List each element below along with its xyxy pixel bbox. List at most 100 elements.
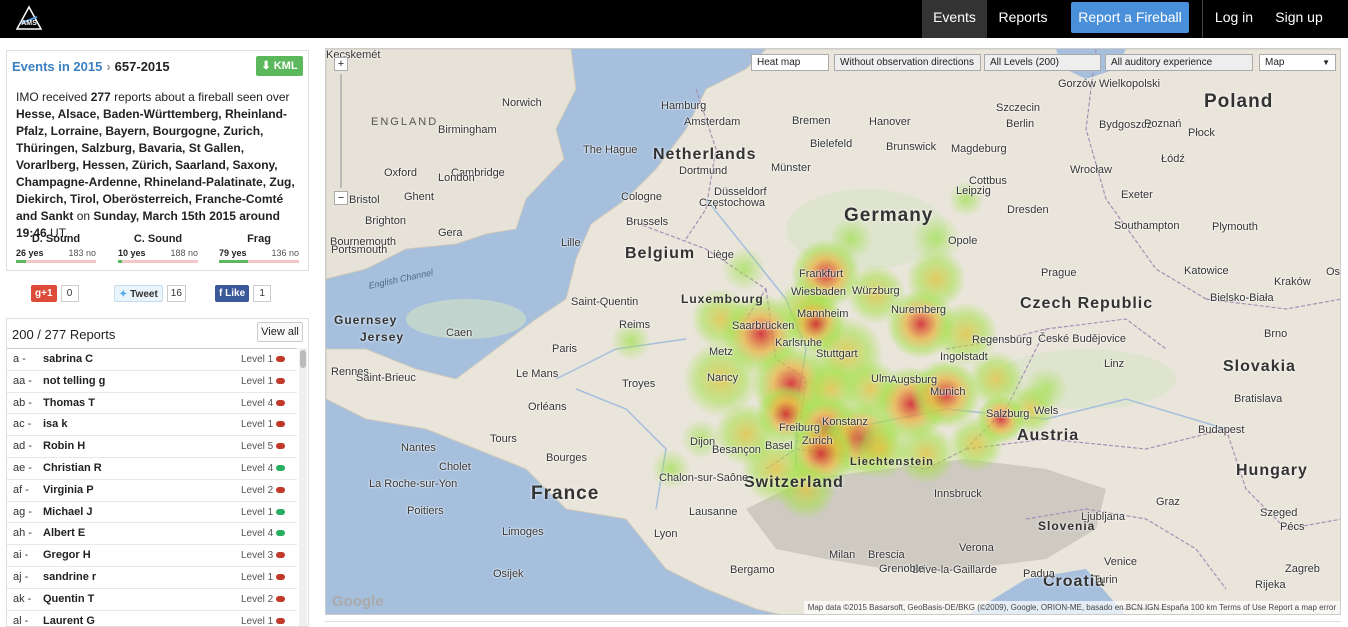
like-button[interactable]: f Like	[215, 285, 250, 302]
city-label: Ljubljana	[1081, 511, 1126, 523]
report-row[interactable]: af - Virginia P Level 2	[7, 480, 297, 502]
country-label: Netherlands	[653, 146, 757, 163]
scroll-thumb[interactable]	[300, 350, 306, 368]
city-label: Katowice	[1184, 265, 1229, 277]
city-label: Wrocław	[1070, 164, 1112, 176]
reporter-name[interactable]: Michael J	[43, 502, 93, 523]
report-level: Level 4	[241, 462, 274, 474]
heat-map[interactable]: ENGLAND English Channel Poland Netherlan…	[325, 48, 1341, 615]
city-label: Cologne	[621, 191, 662, 203]
like-label: Like	[225, 288, 246, 299]
reporter-name[interactable]: Gregor H	[43, 545, 91, 566]
city-label: Caen	[446, 327, 473, 339]
city-label: Linz	[1104, 358, 1125, 370]
zoom-control[interactable]: + −	[334, 57, 348, 205]
report-row[interactable]: ah - Albert E Level 4	[7, 523, 297, 546]
report-row[interactable]: aj - sandrine r Level 1	[7, 567, 297, 589]
tweet-label: Tweet	[130, 289, 158, 300]
city-label: Graz	[1156, 496, 1180, 508]
reporter-name[interactable]: not telling g	[43, 371, 105, 392]
nav-events[interactable]: Events	[922, 0, 987, 38]
report-row[interactable]: ai - Gregor H Level 3	[7, 545, 297, 567]
directions-toggle[interactable]: Without observation directions	[834, 54, 981, 71]
gplus-button[interactable]: g+1	[31, 285, 57, 302]
kml-label: KML	[273, 60, 298, 72]
city-label: Lyon	[654, 528, 678, 540]
levels-dropdown[interactable]: All Levels (200)	[984, 54, 1101, 71]
reporter-name[interactable]: isa k	[43, 414, 67, 435]
city-label: Nantes	[401, 442, 436, 454]
city-label: Oxford	[384, 167, 418, 179]
country-label: Guernsey	[334, 313, 398, 327]
zoom-slider[interactable]	[340, 74, 342, 188]
city-label: Szczecin	[996, 102, 1041, 114]
city-label: Southampton	[1114, 220, 1180, 232]
vote-bar	[118, 260, 198, 263]
signup-link[interactable]: Sign up	[1266, 0, 1332, 38]
twitter-icon: ✦	[119, 289, 128, 300]
map-type-select[interactable]: Map ▼	[1259, 54, 1336, 71]
report-row[interactable]: aa - not telling g Level 1	[7, 371, 297, 393]
reporter-name[interactable]: Albert E	[43, 523, 85, 544]
desc-on: on	[76, 209, 91, 223]
city-label: Brive-la-Gaillarde	[912, 564, 997, 576]
city-label: Rijeka	[1255, 579, 1286, 591]
report-row[interactable]: ae - Christian R Level 4	[7, 458, 297, 480]
country-label: Liechtenstein	[850, 456, 934, 468]
reporter-name[interactable]: sabrina C	[43, 349, 93, 370]
vote-bar-fill	[16, 260, 26, 263]
city-label: Konstanz	[822, 416, 868, 428]
report-row[interactable]: ac - isa k Level 1	[7, 414, 297, 437]
city-label: Norwich	[502, 97, 542, 109]
vote-title: Frag	[247, 233, 271, 245]
login-link[interactable]: Log in	[1205, 0, 1263, 38]
tweet-button[interactable]: ✦ Tweet	[114, 285, 163, 302]
city-label: Leipzig	[956, 185, 991, 197]
report-level: Level 4	[241, 528, 274, 540]
report-row[interactable]: ab - Thomas T Level 4	[7, 393, 297, 415]
level-indicator-icon	[276, 617, 285, 624]
reporter-name[interactable]: Thomas T	[43, 393, 95, 414]
view-all-button[interactable]: View all	[257, 322, 303, 342]
city-label: Bremen	[792, 115, 831, 127]
report-code: ab -	[13, 396, 32, 409]
city-label: Prague	[1041, 267, 1077, 279]
kml-download-button[interactable]: ⬇ KML	[256, 56, 303, 76]
city-label: Zurich	[802, 435, 833, 447]
city-label: Bielefeld	[810, 138, 853, 150]
auditory-dropdown[interactable]: All auditory experience	[1105, 54, 1253, 71]
city-label: Amsterdam	[684, 116, 741, 128]
zoom-out-button[interactable]: −	[334, 191, 348, 205]
level-indicator-icon	[276, 573, 285, 580]
events-year-link[interactable]: Events in 2015	[12, 59, 102, 74]
logo-text: AMS	[21, 20, 37, 27]
reporter-name[interactable]: Christian R	[43, 458, 102, 479]
report-row[interactable]: al - Laurent G Level 1	[7, 611, 297, 626]
reporter-name[interactable]: sandrine r	[43, 567, 96, 588]
report-row[interactable]: ak - Quentin T Level 2	[7, 589, 297, 611]
vote-no: 136 no	[271, 248, 299, 258]
report-row[interactable]: ag - Michael J Level 1	[7, 502, 297, 524]
report-row[interactable]: a - sabrina C Level 1	[7, 349, 297, 371]
report-fireball-button[interactable]: Report a Fireball	[1071, 2, 1189, 33]
city-label: Cholet	[439, 461, 471, 473]
city-label: Zagreb	[1285, 563, 1320, 575]
city-label: Osijek	[493, 568, 524, 580]
reporter-name[interactable]: Laurent G	[43, 611, 95, 626]
report-level: Level 1	[241, 419, 274, 431]
city-label: Besançon	[712, 444, 761, 456]
zoom-in-button[interactable]: +	[334, 57, 348, 71]
map-attribution[interactable]: Map data ©2015 Basarsoft, GeoBasis-DE/BK…	[803, 601, 1340, 614]
report-code: ac -	[13, 418, 32, 431]
reporter-name[interactable]: Quentin T	[43, 589, 94, 610]
report-code: a -	[13, 353, 26, 365]
city-label: Brussels	[626, 216, 669, 228]
city-label: Basel	[765, 440, 793, 452]
heatmap-dropdown[interactable]: Heat map	[751, 54, 829, 71]
reporter-name[interactable]: Robin H	[43, 436, 85, 457]
reports-scrollbar[interactable]	[299, 348, 307, 626]
nav-reports[interactable]: Reports	[987, 0, 1059, 38]
reporter-name[interactable]: Virginia P	[43, 480, 94, 501]
report-row[interactable]: ad - Robin H Level 5	[7, 436, 297, 458]
ams-logo-icon[interactable]: AMS	[15, 5, 43, 33]
